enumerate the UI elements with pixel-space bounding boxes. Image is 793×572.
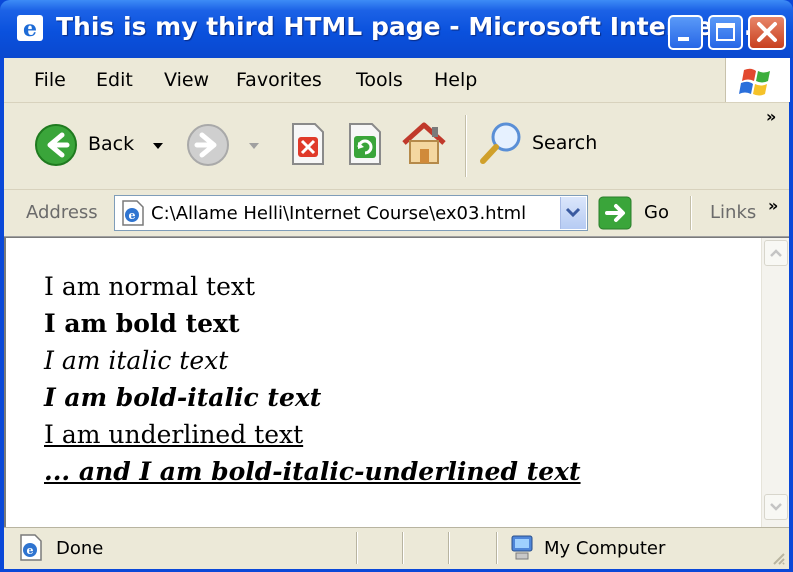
refresh-icon (349, 123, 381, 165)
scroll-down-button[interactable] (764, 494, 788, 520)
status-bar: e Done My Computer (4, 527, 789, 569)
maximize-icon (716, 23, 735, 41)
chevron-down-icon (249, 143, 259, 149)
menu-view[interactable]: View (164, 69, 209, 91)
address-dropdown-button[interactable] (560, 197, 586, 229)
status-separator (402, 532, 404, 564)
chevron-down-icon (770, 503, 782, 511)
stop-icon (292, 123, 324, 165)
back-label: Back (88, 133, 135, 155)
svg-text:e: e (23, 16, 37, 42)
search-icon (480, 122, 521, 164)
links-overflow-chevron[interactable]: » (768, 196, 778, 215)
chevron-down-icon (565, 207, 581, 218)
home-icon (402, 122, 446, 164)
go-label: Go (644, 202, 669, 223)
page-icon: e (122, 200, 144, 226)
status-separator (496, 532, 498, 564)
internet-explorer-icon: e (17, 15, 43, 42)
page-status-icon: e (20, 534, 42, 561)
address-value: C:\Allame Helli\Internet Course\ex03.htm… (151, 203, 527, 224)
svg-text:e: e (129, 209, 136, 222)
my-computer-icon (511, 535, 533, 560)
menu-edit[interactable]: Edit (96, 69, 133, 91)
chevron-up-icon (770, 249, 782, 257)
document-view[interactable]: I am normal text I am bold text I am ita… (4, 237, 789, 527)
status-text: Done (56, 538, 104, 559)
security-zone-text: My Computer (544, 538, 666, 559)
window-title: This is my third HTML page - Microsoft I… (56, 12, 754, 41)
status-separator (448, 532, 450, 564)
search-label: Search (532, 132, 598, 154)
menu-tools[interactable]: Tools (356, 69, 403, 91)
resize-grip-icon[interactable] (770, 550, 786, 566)
menu-file[interactable]: File (34, 69, 66, 91)
toolbar-overflow-chevron[interactable]: » (766, 107, 776, 126)
menu-help[interactable]: Help (434, 69, 477, 91)
back-arrow-icon (35, 124, 77, 166)
svg-text:e: e (27, 544, 34, 557)
search-button[interactable]: Search (478, 119, 608, 169)
standard-toolbar: Back Search » (4, 103, 789, 190)
stop-button[interactable] (287, 121, 327, 167)
go-button[interactable]: Go (598, 195, 678, 231)
address-label: Address (26, 202, 98, 223)
menu-bar: File Edit View Favorites Tools Help (4, 58, 790, 103)
scroll-up-button[interactable] (764, 240, 788, 266)
underlined-text: I am underlined text (44, 420, 304, 449)
windows-logo (725, 58, 790, 102)
browser-frame: File Edit View Favorites Tools Help Back… (4, 58, 790, 569)
windows-flag-icon (739, 68, 770, 96)
forward-button[interactable] (186, 123, 266, 167)
vertical-scrollbar[interactable] (761, 238, 789, 527)
links-label[interactable]: Links (710, 202, 756, 223)
italic-text: I am italic text (44, 346, 229, 375)
close-icon (757, 22, 777, 42)
minimize-icon (678, 37, 689, 41)
home-button[interactable] (400, 119, 448, 167)
address-bar: Address e C:\Allame Helli\Internet Cours… (4, 190, 789, 237)
toolbar-separator (465, 115, 467, 177)
status-separator (356, 532, 358, 564)
close-button[interactable] (748, 15, 786, 50)
refresh-button[interactable] (344, 121, 384, 167)
forward-arrow-icon (187, 124, 229, 166)
chevron-down-icon[interactable] (152, 141, 164, 151)
go-arrow-icon (598, 196, 632, 230)
browser-window: e This is my third HTML page - Microsoft… (0, 0, 793, 572)
address-separator (690, 196, 692, 230)
back-button[interactable]: Back (34, 123, 163, 167)
address-input[interactable]: e C:\Allame Helli\Internet Course\ex03.h… (114, 195, 588, 231)
title-bar[interactable]: e This is my third HTML page - Microsoft… (0, 0, 793, 58)
menu-favorites[interactable]: Favorites (236, 69, 322, 91)
bold-italic-text: I am bold-italic text (44, 383, 322, 412)
normal-text: I am normal text (44, 272, 256, 301)
bold-italic-underlined-text: ... and I am bold-italic-underlined text (44, 457, 581, 486)
maximize-button[interactable] (708, 15, 743, 50)
bold-text: I am bold text (44, 309, 240, 338)
minimize-button[interactable] (668, 15, 703, 50)
